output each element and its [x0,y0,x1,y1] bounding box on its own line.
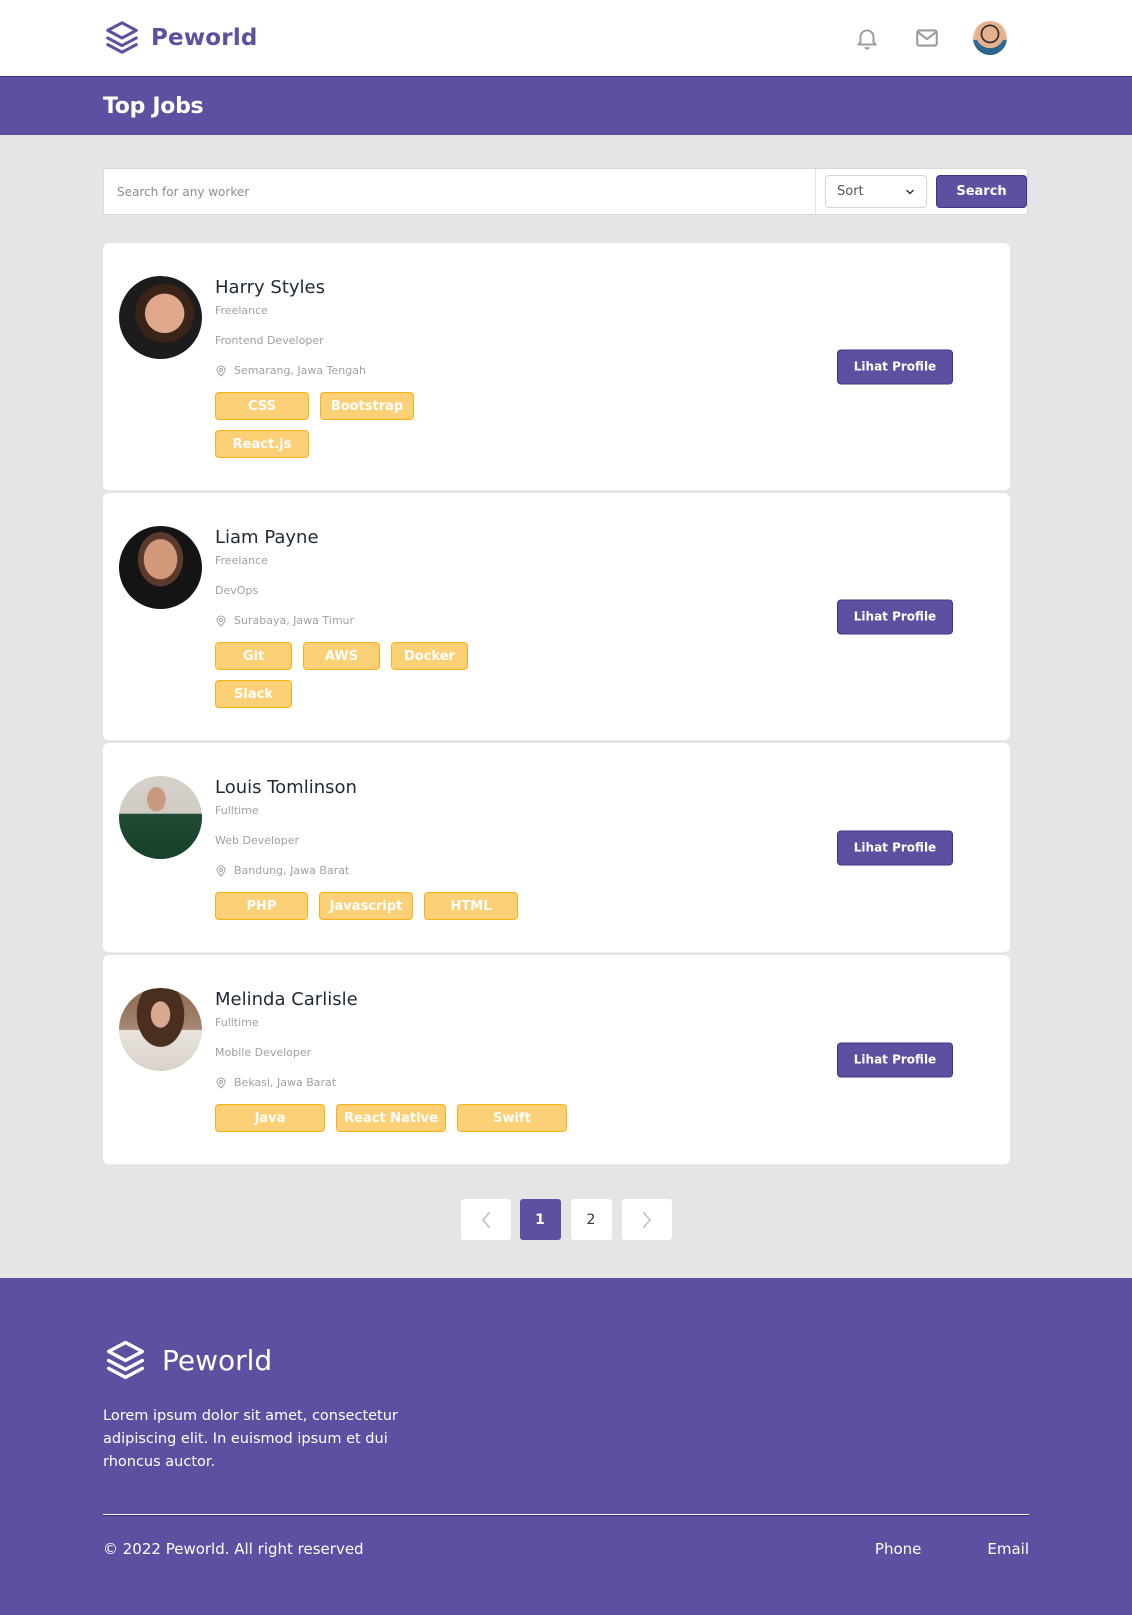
worker-card: Harry Styles Freelance Frontend Develope… [103,243,1010,491]
footer-links: Phone Email [875,1540,1029,1558]
search-button[interactable]: Search [936,175,1027,208]
map-pin-icon [216,615,226,627]
page-title-bar: Top Jobs [0,77,1132,135]
skill-badge: Git [215,642,292,670]
email-link[interactable]: Email [987,1540,1029,1558]
skill-badge: Java [215,1104,325,1132]
skill-badge: React Native [336,1104,446,1132]
footer-brand-name: Peworld [162,1344,273,1377]
worker-type: Fulltime [215,1016,259,1029]
worker-photo [119,526,202,609]
next-page-button[interactable] [621,1199,672,1240]
worker-photo [119,988,202,1071]
worker-card: Louis Tomlinson Fulltime Web Developer B… [103,743,1010,953]
skill-list: Java React Native Swift [215,1104,575,1132]
brand-name: Peworld [151,25,258,51]
skill-badge: Slack [215,680,292,708]
skill-badge: Bootstrap [320,392,414,420]
pagination: 1 2 [0,1199,1132,1240]
worker-type: Fulltime [215,804,259,817]
sort-dropdown[interactable]: Sort [825,175,927,208]
bell-icon [857,29,877,50]
worker-card: Liam Payne Freelance DevOps Surabaya, Ja… [103,493,1010,741]
footer-brand[interactable]: Peworld [103,1338,1029,1383]
search-bar: Sort Search [103,168,1028,215]
search-divider [815,169,816,214]
page-button-1[interactable]: 1 [519,1199,561,1240]
footer-description: Lorem ipsum dolor sit amet, consectetur … [103,1408,398,1470]
map-pin-icon [216,1077,226,1089]
worker-name: Liam Payne [215,527,319,548]
worker-type: Freelance [215,304,268,317]
nav-actions [821,21,1007,55]
skill-list: PHP Javascript HTML [215,892,535,920]
footer: Peworld Lorem ipsum dolor sit amet, cons… [0,1278,1132,1615]
view-profile-button[interactable]: Lihat Profile [837,349,953,384]
navbar: Peworld [0,0,1132,77]
worker-photo [119,776,202,859]
worker-role: DevOps [215,584,259,597]
copyright-text: © 2022 Peworld. All right reserved [103,1540,364,1558]
mail-icon [916,29,938,47]
skill-badge: React.js [215,430,309,458]
worker-name: Melinda Carlisle [215,989,358,1010]
view-profile-button[interactable]: Lihat Profile [837,1042,953,1077]
footer-bottom: © 2022 Peworld. All right reserved Phone… [103,1540,1029,1558]
skill-badge: HTML [424,892,518,920]
worker-photo [119,276,202,359]
worker-location: Bekasi, Jawa Barat [215,1076,994,1090]
skill-badge: PHP [215,892,308,920]
chevron-left-icon [481,1211,490,1228]
worker-role: Frontend Developer [215,334,324,347]
brand-logo[interactable]: Peworld [103,19,258,57]
messages-button[interactable] [913,24,941,52]
page-title: Top Jobs [103,93,204,119]
worker-card: Melinda Carlisle Fulltime Mobile Develop… [103,955,1010,1165]
skill-list: Git AWS Docker Slack [215,642,495,708]
user-avatar[interactable] [973,21,1007,55]
view-profile-button[interactable]: Lihat Profile [837,599,953,634]
worker-list: Harry Styles Freelance Frontend Develope… [103,243,1010,1165]
skill-badge: Javascript [319,892,413,920]
skill-badge: CSS [215,392,309,420]
search-input[interactable] [104,169,815,214]
worker-location-text: Semarang, Jawa Tengah [234,364,366,377]
phone-link[interactable]: Phone [875,1540,921,1558]
skill-badge: AWS [303,642,380,670]
layers-logo-icon [106,21,138,54]
layers-logo-icon [106,1340,145,1380]
skill-list: CSS Bootstrap React.js [215,392,495,458]
worker-location: Bandung, Jawa Barat [215,864,994,878]
page-button-2[interactable]: 2 [570,1199,612,1240]
worker-location-text: Surabaya, Jawa Timur [234,614,355,627]
prev-page-button[interactable] [460,1199,511,1240]
worker-location-text: Bandung, Jawa Barat [234,864,350,877]
worker-type: Freelance [215,554,268,567]
chevron-down-icon [906,189,914,195]
skill-badge: Swift [457,1104,567,1132]
worker-name: Harry Styles [215,277,326,298]
map-pin-icon [216,865,226,877]
chevron-right-icon [642,1211,651,1228]
footer-divider [103,1514,1029,1516]
worker-location-text: Bekasi, Jawa Barat [234,1076,337,1089]
sort-label: Sort [837,184,864,199]
map-pin-icon [216,365,226,377]
notification-button[interactable] [853,24,881,52]
skill-badge: Docker [391,642,468,670]
worker-name: Louis Tomlinson [215,777,357,798]
view-profile-button[interactable]: Lihat Profile [837,830,953,865]
